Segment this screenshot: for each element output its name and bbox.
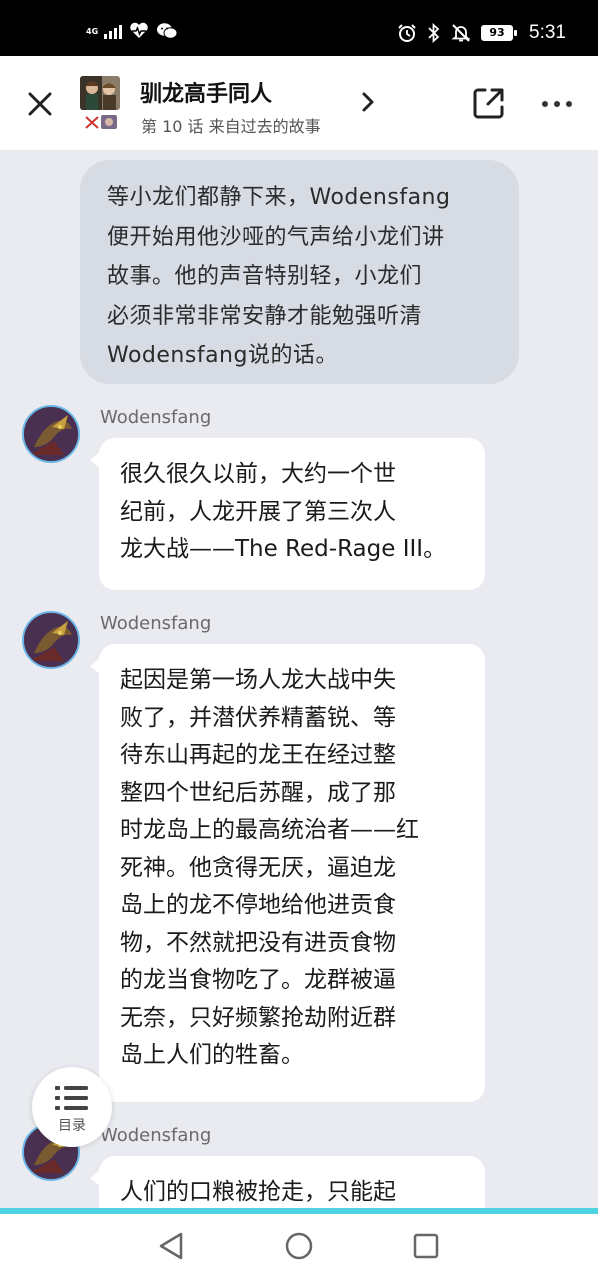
share-icon: [473, 88, 504, 119]
mute-bell-icon: [451, 23, 471, 43]
message-line: 死神。他贪得无厌，逼迫龙: [120, 854, 396, 881]
avatar[interactable]: [22, 405, 80, 463]
more-icon: [542, 101, 572, 107]
message-bubble: 很久很久以前，大约一个世 纪前，人龙开展了第三次人 龙大战——The Red-R…: [90, 438, 485, 590]
sender-name: Wodensfang: [100, 407, 212, 428]
message-line: 整四个世纪后苏醒，成了那: [120, 779, 396, 806]
message-line: 待东山再起的龙王在经过整: [120, 742, 396, 768]
message-line: 时龙岛上的最高统治者——红: [120, 817, 419, 843]
narration-line: 等小龙们都静下来，Wodensfang: [107, 185, 451, 210]
story-title: 驯龙高手同人: [140, 82, 273, 107]
toc-button[interactable]: 目录: [32, 1067, 112, 1147]
message-bubble: 起因是第一场人龙大战中失 败了，并潜伏养精蓄锐、等 待东山再起的龙王在经过整 整…: [90, 644, 485, 1102]
network-type: 4G: [86, 26, 99, 36]
message-line: 龙大战——The Red-Rage III。: [120, 536, 447, 562]
status-right: 93 5:31: [397, 22, 566, 44]
chevron-right-icon: [362, 92, 374, 112]
close-icon: [28, 92, 52, 116]
nav-back-button[interactable]: [157, 1231, 185, 1265]
chapter-subtitle: 第 10 话 来自过去的故事: [141, 117, 321, 136]
close-button[interactable]: [22, 86, 58, 122]
message-line: 的龙当食物吃了。龙群被逼: [120, 967, 396, 993]
wechat-icon: [156, 22, 178, 40]
story-detail-button[interactable]: [358, 90, 378, 114]
nav-home-button[interactable]: [284, 1231, 314, 1265]
sender-name: Wodensfang: [100, 1125, 212, 1146]
toc-label: 目录: [58, 1118, 86, 1134]
nav-recent-button[interactable]: [413, 1233, 439, 1263]
story-cover-image[interactable]: [80, 76, 120, 110]
system-navigation-bar: [0, 1214, 598, 1280]
list-icon: [55, 1086, 88, 1110]
message-line: 很久很久以前，大约一个世: [120, 461, 396, 487]
narration-line: 故事。他的声音特别轻，小龙们: [107, 264, 423, 289]
message-line: 败了，并潜伏养精蓄锐、等: [120, 704, 396, 731]
avatar[interactable]: [22, 611, 80, 669]
recent-apps-icon: [413, 1233, 439, 1259]
signal-icon: [104, 23, 123, 39]
message-line: 物，不然就把没有进贡食物: [120, 929, 396, 956]
bluetooth-icon: [427, 23, 441, 43]
alarm-icon: [397, 23, 417, 43]
message-line: 岛上的龙不停地给他进贡食: [120, 892, 396, 918]
status-left: 4G: [86, 22, 178, 40]
message-line: 无奈，只好频繁抢劫附近群: [120, 1004, 396, 1031]
reader-header: 驯龙高手同人 第 10 话 来自过去的故事: [0, 56, 598, 150]
battery-indicator: 93: [481, 25, 518, 41]
share-button[interactable]: [470, 84, 508, 122]
character-thumbnails: [84, 114, 118, 130]
message-line: 人们的口粮被抢走，只能起: [120, 1179, 396, 1205]
more-button[interactable]: [540, 96, 574, 110]
home-icon: [285, 1232, 313, 1260]
heartbeat-icon: [128, 22, 150, 40]
narration-line: 必须非常非常安静才能勉强听清: [107, 303, 423, 329]
message-line: 岛上人们的牲畜。: [120, 1042, 304, 1068]
sender-name: Wodensfang: [100, 613, 212, 634]
message-line: 起因是第一场人龙大战中失: [120, 667, 396, 693]
message-line: 纪前，人龙开展了第三次人: [120, 498, 396, 525]
status-bar: 4G 93 5:31: [0, 0, 598, 56]
narration-bubble: 等小龙们都静下来，Wodensfang 便开始用他沙哑的气声给小龙们讲 故事。他…: [80, 160, 519, 384]
clock: 5:31: [529, 22, 566, 43]
narration-line: Wodensfang说的话。: [107, 343, 338, 368]
back-icon: [159, 1232, 183, 1260]
narration-line: 便开始用他沙哑的气声给小龙们讲: [107, 224, 445, 250]
